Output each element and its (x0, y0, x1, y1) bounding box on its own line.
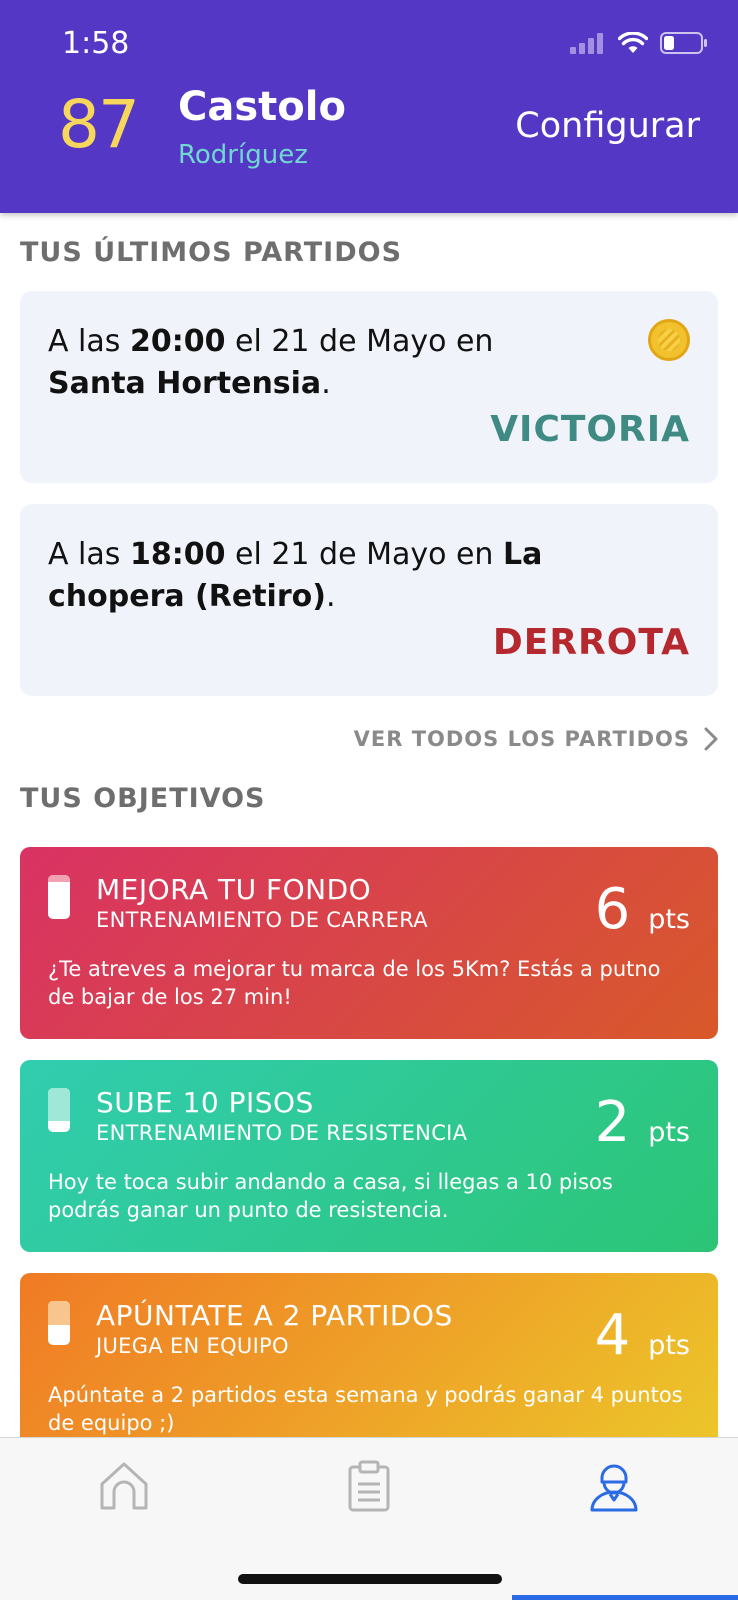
goal-card[interactable]: APÚNTATE A 2 PARTIDOS JUEGA EN EQUIPO 4 … (20, 1273, 718, 1437)
player-score: 87 (58, 86, 140, 163)
match-prefix: A las (48, 324, 130, 359)
active-tab-indicator (512, 1595, 738, 1600)
goal-points-unit: pts (648, 904, 690, 935)
match-card[interactable]: A las 18:00 el 21 de Mayo en La chopera … (20, 504, 718, 696)
goal-subtitle: JUEGA EN EQUIPO (96, 1334, 289, 1358)
match-result: VICTORIA (490, 409, 690, 450)
match-result: DERROTA (492, 622, 690, 663)
clipboard-icon (348, 1460, 390, 1512)
coin-icon (648, 319, 690, 361)
goal-points-unit: pts (648, 1330, 690, 1361)
tab-bar (0, 1437, 738, 1600)
match-description: A las 20:00 el 21 de Mayo en Santa Horte… (48, 321, 668, 405)
goal-points: 2 pts (595, 1090, 690, 1155)
profile-icon (590, 1464, 638, 1512)
goals-section-title: TUS OBJETIVOS (20, 783, 266, 814)
home-icon (100, 1462, 148, 1510)
goal-points-value: 2 (594, 1090, 631, 1155)
goal-description: Apúntate a 2 partidos esta semana y podr… (48, 1383, 683, 1435)
goal-title: APÚNTATE A 2 PARTIDOS (96, 1299, 453, 1332)
status-time: 1:58 (62, 26, 130, 61)
goal-card[interactable]: SUBE 10 PISOS ENTRENAMIENTO DE RESISTENC… (20, 1060, 718, 1252)
match-suffix: . (321, 366, 331, 401)
goal-progress-icon (48, 1088, 70, 1132)
tab-home[interactable] (94, 1456, 154, 1516)
wifi-icon (618, 32, 648, 53)
player-last-name: Rodríguez (178, 140, 308, 170)
goal-card[interactable]: MEJORA TU FONDO ENTRENAMIENTO DE CARRERA… (20, 847, 718, 1039)
goal-points-value: 6 (594, 877, 631, 942)
status-icons (570, 32, 708, 54)
goal-description: Hoy te toca subir andando a casa, si lle… (48, 1170, 613, 1222)
match-prefix: A las (48, 537, 130, 572)
tab-activity[interactable] (339, 1456, 399, 1516)
goal-points-unit: pts (648, 1117, 690, 1148)
configure-button[interactable]: Configurar (515, 106, 700, 146)
goal-points: 6 pts (595, 877, 690, 942)
match-card[interactable]: A las 20:00 el 21 de Mayo en Santa Horte… (20, 291, 718, 483)
home-indicator[interactable] (238, 1574, 502, 1584)
profile-header: 1:58 87 Castolo Rodríguez Configurar (0, 0, 738, 213)
goal-subtitle: ENTRENAMIENTO DE RESISTENCIA (96, 1121, 468, 1145)
goal-points-value: 4 (594, 1303, 631, 1368)
match-date: el 21 de Mayo en (225, 324, 494, 359)
tab-profile[interactable] (584, 1456, 644, 1516)
battery-icon (660, 32, 707, 54)
match-place: Santa Hortensia (48, 366, 322, 401)
match-time: 20:00 (129, 324, 226, 359)
match-time: 18:00 (129, 537, 226, 572)
goal-points: 4 pts (595, 1303, 690, 1368)
match-suffix: . (325, 579, 336, 614)
see-all-matches-link[interactable]: VER TODOS LOS PARTIDOS (354, 727, 718, 751)
goal-title: SUBE 10 PISOS (96, 1086, 314, 1119)
match-date: el 21 de Mayo en (225, 537, 503, 572)
match-description: A las 18:00 el 21 de Mayo en La chopera … (48, 534, 668, 618)
player-first-name: Castolo (178, 84, 346, 130)
goal-description: ¿Te atreves a mejorar tu marca de los 5K… (48, 957, 661, 1009)
cellular-signal-icon (570, 33, 603, 54)
scroll-content[interactable]: TUS ÚLTIMOS PARTIDOS A las 20:00 el 21 d… (0, 213, 738, 1437)
goal-title: MEJORA TU FONDO (96, 873, 372, 906)
goal-progress-icon (48, 1301, 70, 1345)
chevron-right-icon (704, 727, 718, 751)
matches-section-title: TUS ÚLTIMOS PARTIDOS (20, 237, 403, 268)
see-all-label: VER TODOS LOS PARTIDOS (353, 727, 690, 751)
goal-subtitle: ENTRENAMIENTO DE CARRERA (96, 908, 428, 932)
goal-progress-icon (48, 875, 70, 919)
